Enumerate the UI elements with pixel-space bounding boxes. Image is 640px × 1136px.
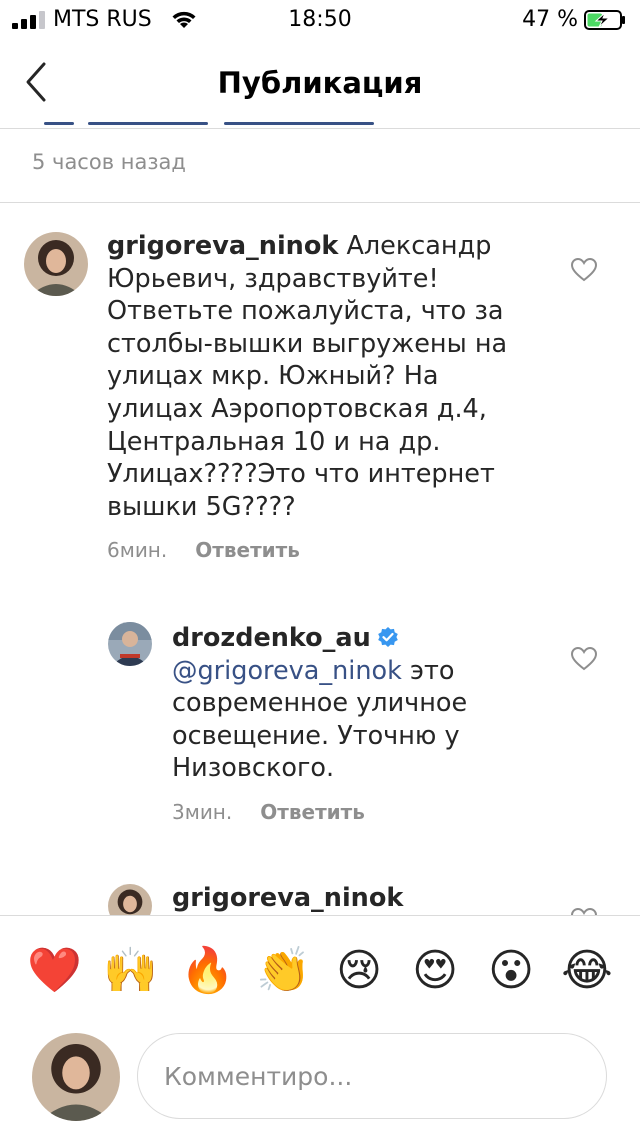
comment-line: это [401, 655, 455, 686]
clapping-hands-icon[interactable]: 👏 [256, 944, 311, 998]
comment-meta: 6мин. Ответить [107, 538, 300, 562]
comment-line: освещение. Уточню у [172, 720, 460, 751]
status-bar: MTS RUS 18:50 47 % [0, 0, 640, 40]
mention-link[interactable]: @grigoreva_ninok [172, 656, 402, 686]
page-title: Публикация [217, 66, 423, 100]
comment-username[interactable]: grigoreva_ninok [107, 231, 338, 261]
reply-button[interactable]: Ответить [195, 538, 300, 562]
comment-line: Низовского. [172, 753, 335, 784]
user-avatar-photo-icon [24, 232, 88, 296]
clipped-caption-text [44, 120, 374, 128]
comment-line: Улицах????Это что интернет [107, 459, 495, 490]
like-heart-icon[interactable] [571, 647, 597, 671]
battery-charging-icon [584, 10, 625, 30]
comment-line: улицах мкр. Южный? На [107, 361, 439, 392]
surprised-face-icon[interactable]: 😮 [484, 944, 538, 998]
comments-divider [0, 202, 640, 203]
emoji-quick-reaction-bar: ❤️ 🙌 🔥 👏 😢 😍 😮 😂 [0, 915, 640, 1026]
comment-username[interactable]: grigoreva_ninok [172, 883, 403, 913]
user-avatar-photo-icon [108, 622, 152, 666]
nav-divider [0, 128, 640, 129]
avatar[interactable] [108, 622, 152, 666]
comment-line: Юрьевич, здравствуйте! [107, 263, 439, 294]
comment-username[interactable]: drozdenko_au [172, 623, 371, 653]
comment-body: drozdenko_au @grigoreva_ninok это соврем… [172, 622, 552, 785]
like-heart-icon[interactable] [571, 258, 597, 282]
battery-percentage: 47 % [522, 7, 578, 32]
avatar [32, 1033, 120, 1121]
tears-of-joy-icon[interactable]: 😂 [560, 944, 614, 998]
post-timestamp: 5 часов назад [32, 150, 186, 174]
comment-line: Центральная 10 и на др. [107, 426, 441, 457]
red-heart-icon[interactable]: ❤️ [27, 944, 82, 998]
navigation-bar: Публикация [0, 40, 640, 126]
raising-hands-icon[interactable]: 🙌 [103, 944, 158, 998]
comment-composer [0, 1025, 640, 1136]
comment-line: столбы-вышки выгружены на [107, 328, 508, 359]
comment-body: grigoreva_ninok Александр Юрьевич, здрав… [107, 230, 547, 523]
user-avatar-photo-icon [32, 1033, 120, 1121]
comment-body: grigoreva_ninok [172, 882, 552, 915]
reply-button[interactable]: Ответить [260, 800, 365, 824]
verified-badge-icon [377, 627, 398, 647]
comment-line: вышки 5G???? [107, 491, 296, 522]
comment-line: современное уличное [172, 688, 468, 719]
comment-line: Ответьте пожалуйста, что за [107, 296, 504, 327]
comment-line: улицах Аэропортовская д.4, [107, 393, 487, 424]
comment-line: Александр [346, 231, 492, 261]
fire-icon[interactable]: 🔥 [180, 944, 235, 998]
comment-meta: 3мин. Ответить [172, 800, 365, 824]
comment-time: 3мин. [172, 800, 233, 824]
crying-face-icon[interactable]: 😢 [332, 944, 386, 998]
comment-time: 6мин. [107, 538, 168, 562]
avatar[interactable] [24, 232, 88, 296]
heart-eyes-icon[interactable]: 😍 [408, 944, 462, 998]
comment-input[interactable] [137, 1033, 607, 1119]
